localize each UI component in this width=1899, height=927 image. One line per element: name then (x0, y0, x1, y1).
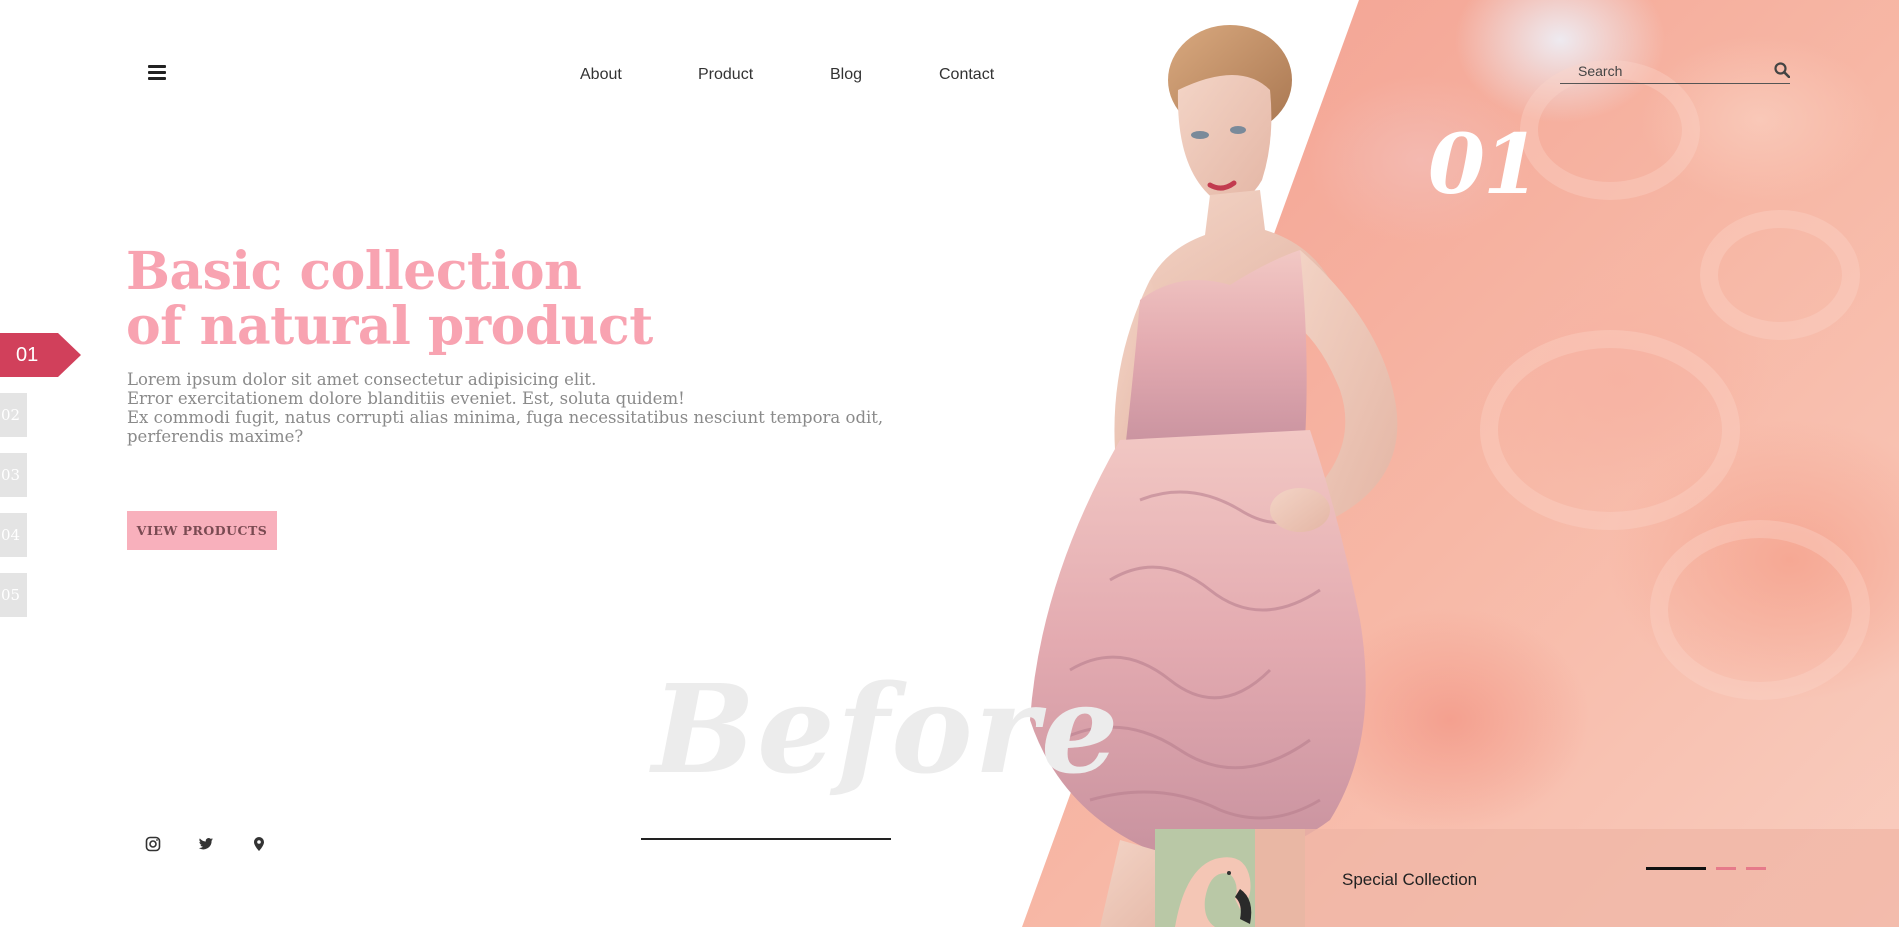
location-pin-icon[interactable] (251, 836, 267, 852)
search-box (1560, 60, 1790, 84)
hero-title-line-1: Basic collection (126, 241, 582, 302)
nav-product[interactable]: Product (698, 66, 753, 84)
carousel-dash-active[interactable] (1646, 867, 1706, 870)
description-line: Lorem ipsum dolor sit amet consectetur a… (127, 370, 597, 389)
slide-indicator-05[interactable]: 05 (0, 573, 27, 617)
carousel-dash[interactable] (1716, 867, 1736, 870)
slide-indicator-active[interactable]: 01 (0, 333, 81, 377)
nav-blog[interactable]: Blog (830, 66, 862, 84)
flamingo-thumbnail[interactable] (1155, 829, 1305, 927)
slide-indicator-04[interactable]: 04 (0, 513, 27, 557)
slide-number-large: 01 (1428, 117, 1540, 213)
hero-description: Lorem ipsum dolor sit amet consectetur a… (127, 370, 884, 446)
instagram-icon[interactable] (145, 836, 161, 852)
slide-indicator-03[interactable]: 03 (0, 453, 27, 497)
before-watermark: Before (652, 657, 1121, 801)
view-products-button[interactable]: VIEW PRODUCTS (127, 511, 277, 550)
carousel-dash[interactable] (1746, 867, 1766, 870)
slide-indicator-02[interactable]: 02 (0, 393, 27, 437)
search-input[interactable] (1578, 62, 1758, 80)
hero-title: Basic collection of natural product (126, 244, 653, 354)
twitter-icon[interactable] (198, 836, 214, 852)
special-collection-label: Special Collection (1342, 870, 1478, 889)
divider-line (641, 838, 891, 840)
description-line: Ex commodi fugit, natus corrupti alias m… (127, 408, 884, 427)
description-line: Error exercitationem dolore blanditiis e… (127, 389, 685, 408)
hero-title-line-2: of natural product (126, 296, 653, 357)
nav-about[interactable]: About (580, 66, 622, 84)
description-line: perferendis maxime? (127, 427, 304, 446)
hamburger-menu-icon[interactable] (148, 65, 166, 83)
search-icon[interactable] (1774, 62, 1790, 78)
nav-contact[interactable]: Contact (939, 66, 994, 84)
